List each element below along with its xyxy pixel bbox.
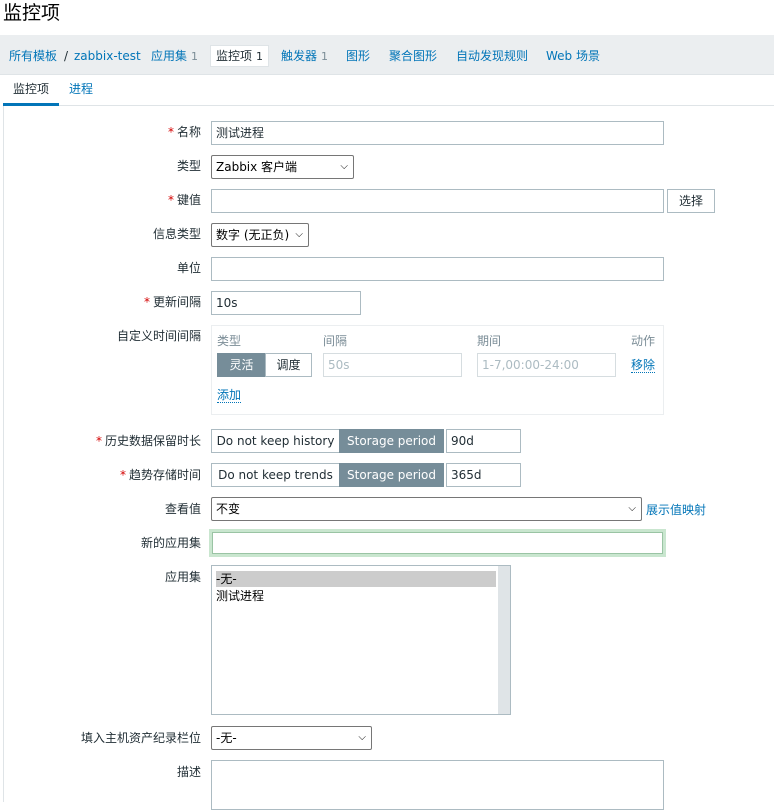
units-input[interactable]: [211, 257, 664, 281]
chevron-down-icon: ⌵: [340, 161, 348, 172]
nav-applications-count: 1: [191, 50, 199, 63]
form-tabs: 监控项 进程: [3, 75, 774, 106]
list-item[interactable]: 测试进程: [216, 588, 264, 604]
info-type-label: 信息类型: [152, 227, 201, 241]
update-interval-label: * 更新间隔: [143, 295, 201, 309]
nav-triggers[interactable]: 触发器 1: [281, 46, 328, 66]
units-label: 单位: [176, 261, 201, 275]
key-label: * 键值: [167, 193, 201, 207]
col-type-header: 类型: [217, 334, 242, 348]
description-label: 描述: [176, 765, 201, 779]
name-label: * 名称: [167, 125, 201, 139]
custom-period-input[interactable]: 1-7,00:00-24:00: [477, 353, 616, 377]
inventory-select[interactable]: -无- ⌵: [211, 726, 372, 750]
key-input[interactable]: [211, 189, 664, 213]
breadcrumb-host[interactable]: zabbix-test: [74, 46, 141, 66]
inventory-label: 填入主机资产纪录栏位: [80, 731, 201, 745]
key-select-button[interactable]: 选择: [667, 189, 715, 213]
nav-applications-label: 应用集: [151, 49, 188, 63]
col-interval-header: 间隔: [323, 334, 348, 348]
required-mark: *: [119, 468, 126, 482]
type-select-value: Zabbix 客户端: [216, 160, 298, 174]
description-textarea[interactable]: [211, 760, 664, 810]
tab-process[interactable]: 进程: [59, 75, 103, 106]
nav-discovery-rules[interactable]: 自动发现规则: [456, 46, 528, 66]
new-application-label: 新的应用集: [140, 536, 201, 550]
content-border: [3, 106, 4, 802]
breadcrumb-nav: 所有模板 / zabbix-test 应用集 1 监控项 1 触发器 1 图形 聚合图…: [0, 35, 774, 75]
history-do-not-keep[interactable]: Do not keep history: [211, 429, 340, 453]
info-type-select[interactable]: 数字 (无正负) ⌵: [211, 223, 309, 247]
nav-triggers-label: 触发器: [281, 49, 318, 63]
update-interval-input[interactable]: 10s: [211, 291, 361, 315]
trends-do-not-keep[interactable]: Do not keep trends: [211, 463, 340, 487]
value-map-select[interactable]: 不变 ⌵: [211, 497, 642, 521]
scheduling-toggle[interactable]: 调度: [265, 353, 312, 377]
required-mark: *: [143, 295, 150, 309]
nav-items[interactable]: 监控项 1: [210, 45, 270, 67]
trends-storage-period[interactable]: Storage period: [339, 463, 444, 487]
chevron-down-icon: ⌵: [628, 503, 636, 514]
nav-applications[interactable]: 应用集 1: [151, 46, 198, 66]
list-item[interactable]: -无-: [216, 571, 496, 587]
breadcrumb-separator: /: [64, 49, 69, 63]
value-map-select-value: 不变: [216, 502, 241, 516]
nav-screens[interactable]: 聚合图形: [389, 46, 437, 66]
nav-graphs[interactable]: 图形: [346, 46, 370, 66]
nav-items-label: 监控项: [216, 49, 253, 63]
new-application-input[interactable]: [209, 529, 666, 557]
add-interval-link[interactable]: 添加: [217, 388, 242, 403]
custom-interval-input[interactable]: 50s: [323, 353, 462, 377]
listbox-scrollbar[interactable]: [498, 566, 510, 714]
value-map-label: 查看值: [164, 502, 201, 516]
history-label: * 历史数据保留时长: [95, 434, 201, 448]
type-select[interactable]: Zabbix 客户端 ⌵: [211, 155, 354, 179]
nav-triggers-count: 1: [321, 50, 329, 63]
info-type-select-value: 数字 (无正负): [216, 228, 290, 242]
custom-intervals-label: 自定义时间间隔: [116, 329, 201, 343]
tab-item[interactable]: 监控项: [3, 75, 60, 106]
applications-listbox[interactable]: -无- 测试进程: [211, 565, 511, 715]
trends-label: * 趋势存储时间: [119, 468, 201, 482]
col-period-header: 期间: [477, 334, 502, 348]
nav-web-scenarios[interactable]: Web 场景: [546, 46, 600, 66]
page-title: 监控项: [3, 2, 61, 24]
chevron-down-icon: ⌵: [295, 229, 303, 240]
chevron-down-icon: ⌵: [358, 732, 366, 743]
history-storage-period[interactable]: Storage period: [339, 429, 444, 453]
show-value-mappings-link[interactable]: 展示值映射: [646, 503, 706, 517]
name-input[interactable]: 测试进程: [211, 121, 664, 145]
required-mark: *: [167, 193, 174, 207]
required-mark: *: [95, 434, 102, 448]
custom-intervals-table: 类型 间隔 期间 动作 灵活 调度 50s 1-7,00:00-24:00 移除…: [211, 325, 664, 415]
col-action-header: 动作: [631, 334, 656, 348]
type-label: 类型: [176, 159, 201, 173]
flexible-toggle[interactable]: 灵活: [217, 353, 266, 377]
new-application-input-field: [212, 532, 663, 554]
trends-value-input[interactable]: 365d: [446, 463, 521, 487]
nav-items-count: 1: [256, 50, 264, 63]
required-mark: *: [167, 125, 174, 139]
breadcrumb-all-templates[interactable]: 所有模板: [9, 46, 57, 66]
inventory-select-value: -无-: [216, 731, 237, 745]
applications-label: 应用集: [164, 570, 201, 584]
history-value-input[interactable]: 90d: [446, 429, 521, 453]
remove-interval-link[interactable]: 移除: [631, 358, 656, 373]
